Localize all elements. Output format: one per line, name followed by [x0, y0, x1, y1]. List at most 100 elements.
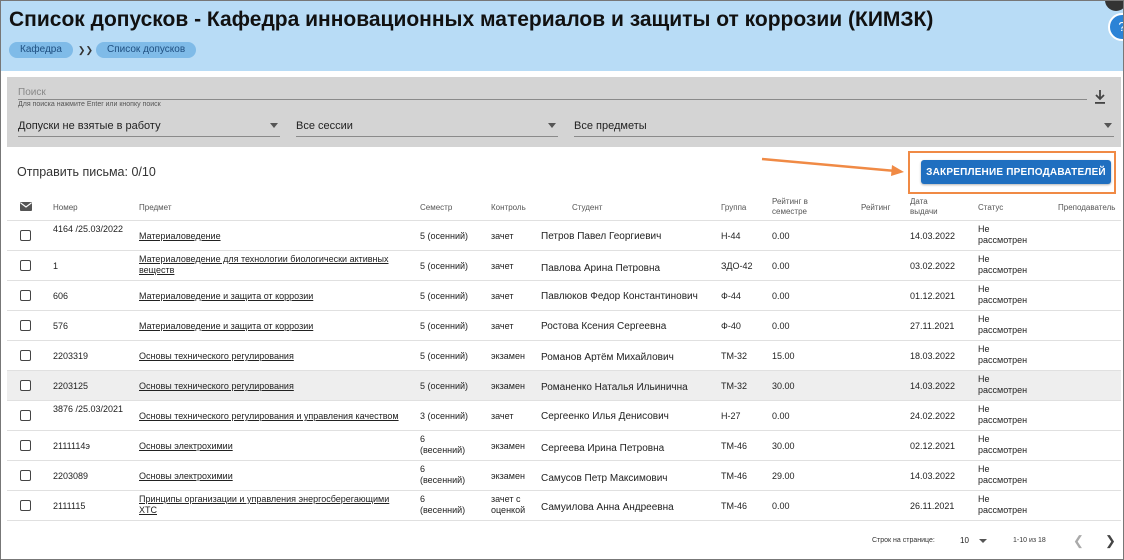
table-row[interactable]: 2203089 Основы электрохимии 6 (весенний)…: [7, 461, 1121, 491]
column-header-rating[interactable]: Рейтинг: [861, 203, 890, 213]
row-number: 4164 /25.03/2022: [53, 224, 124, 234]
row-rating-semester: 29.00: [772, 471, 795, 481]
row-group: Н-44: [721, 231, 741, 241]
row-subject-link[interactable]: Основы электрохимии: [139, 471, 404, 482]
row-subject-link[interactable]: Материаловедение для технологии биологич…: [139, 254, 404, 276]
row-checkbox[interactable]: [20, 410, 31, 421]
row-control: зачет: [491, 291, 514, 301]
row-semester: 3 (осенний): [420, 411, 469, 421]
row-subject-link[interactable]: Основы технического регулирования и упра…: [139, 411, 414, 422]
column-header-subject[interactable]: Предмет: [139, 203, 172, 213]
column-header-number[interactable]: Номер: [53, 203, 78, 213]
row-checkbox[interactable]: [20, 440, 31, 451]
row-control: экзамен: [491, 351, 525, 361]
row-student: Павлова Арина Петровна: [541, 263, 661, 274]
row-checkbox[interactable]: [20, 350, 31, 361]
subject-select[interactable]: Все предметы: [574, 117, 1114, 137]
column-header-status[interactable]: Статус: [978, 203, 1003, 213]
row-control: экзамен: [491, 381, 525, 391]
row-subject-link[interactable]: Основы технического регулирования: [139, 381, 404, 392]
row-student: Романов Артём Михайлович: [541, 352, 674, 363]
row-semester: 5 (осенний): [420, 381, 469, 391]
rows-per-page-label: Строк на странице:: [872, 537, 935, 544]
column-header-student[interactable]: Студент: [572, 203, 602, 213]
row-rating-semester: 0.00: [772, 501, 790, 511]
close-icon[interactable]: [1105, 1, 1123, 11]
row-student: Ростова Ксения Сергеевна: [541, 321, 667, 332]
status-select[interactable]: Допуски не взятые в работу: [18, 117, 280, 137]
row-control: экзамен: [491, 471, 525, 481]
row-group: Ф-40: [721, 321, 741, 331]
row-subject-link[interactable]: Материаловедение и защита от коррозии: [139, 321, 404, 332]
table-row[interactable]: 2111115 Принципы организации и управлени…: [7, 491, 1121, 521]
row-status: Не рассмотрен: [978, 284, 1028, 305]
chevron-left-icon[interactable]: ❮: [1073, 533, 1084, 549]
row-subject-link[interactable]: Основы электрохимии: [139, 441, 404, 452]
row-checkbox[interactable]: [20, 380, 31, 391]
mail-icon[interactable]: [20, 202, 32, 211]
column-header-teacher[interactable]: Преподаватель: [1058, 203, 1115, 213]
send-letters-counter: Отправить письма: 0/10: [17, 165, 156, 179]
column-header-rating-semester[interactable]: Рейтинг в семестре: [772, 197, 834, 217]
row-rating-semester: 0.00: [772, 231, 790, 241]
chevron-down-icon: [548, 123, 556, 128]
chevron-right-icon[interactable]: ❯: [1105, 533, 1116, 549]
breadcrumb-item-department[interactable]: Кафедра: [9, 42, 73, 58]
column-header-control[interactable]: Контроль: [491, 203, 526, 213]
annotation-arrow: [761, 157, 904, 176]
row-semester: 6 (весенний): [420, 464, 466, 485]
row-semester: 5 (осенний): [420, 291, 469, 301]
row-semester: 5 (осенний): [420, 231, 469, 241]
row-control: зачет: [491, 261, 514, 271]
row-subject-link[interactable]: Основы технического регулирования: [139, 351, 404, 362]
column-header-group[interactable]: Группа: [721, 203, 746, 213]
table-row[interactable]: 606 Материаловедение и защита от коррози…: [7, 281, 1121, 311]
table-row[interactable]: 3876 /25.03/2021 Основы технического рег…: [7, 401, 1121, 431]
row-issue-date: 14.03.2022: [910, 471, 956, 481]
row-issue-date: 14.03.2022: [910, 381, 956, 391]
search-hint: Для поиска нажмите Enter или кнопку поис…: [18, 101, 161, 108]
table-row[interactable]: 576 Материаловедение и защита от коррози…: [7, 311, 1121, 341]
search-input[interactable]: Поиск: [18, 87, 46, 98]
row-checkbox[interactable]: [20, 500, 31, 511]
breadcrumb-item-admissions[interactable]: Список допусков: [96, 42, 197, 58]
column-header-semester[interactable]: Семестр: [420, 203, 452, 213]
row-number: 576: [53, 321, 69, 331]
row-rating-semester: 0.00: [772, 261, 790, 271]
table-row[interactable]: 4164 /25.03/2022 Материаловедение 5 (осе…: [7, 221, 1121, 251]
row-checkbox[interactable]: [20, 290, 31, 301]
page-title: Список допусков - Кафедра инновационных …: [9, 8, 934, 31]
row-rating-semester: 30.00: [772, 441, 795, 451]
chevron-down-icon[interactable]: [979, 539, 987, 543]
column-header-issue-date[interactable]: Дата выдачи: [910, 197, 948, 217]
row-group: Ф-44: [721, 291, 741, 301]
row-status: Не рассмотрен: [978, 224, 1028, 245]
row-checkbox[interactable]: [20, 260, 31, 271]
rows-per-page-select[interactable]: 10: [960, 536, 969, 545]
page-header: Список допусков - Кафедра инновационных …: [1, 1, 1123, 71]
row-group: ТМ-32: [721, 381, 748, 391]
row-status: Не рассмотрен: [978, 494, 1028, 515]
help-icon[interactable]: ?: [1108, 13, 1123, 41]
row-semester: 6 (весенний): [420, 434, 466, 455]
row-number: 2203319: [53, 351, 89, 361]
row-status: Не рассмотрен: [978, 434, 1028, 455]
session-select[interactable]: Все сессии: [296, 117, 558, 137]
table-row[interactable]: 1 Материаловедение для технологии биолог…: [7, 251, 1121, 281]
table-row[interactable]: 2203319 Основы технического регулировани…: [7, 341, 1121, 371]
row-issue-date: 02.12.2021: [910, 441, 956, 451]
row-subject-link[interactable]: Принципы организации и управления энерго…: [139, 494, 404, 516]
row-checkbox[interactable]: [20, 230, 31, 241]
row-rating-semester: 0.00: [772, 291, 790, 301]
row-checkbox[interactable]: [20, 320, 31, 331]
row-subject-link[interactable]: Материаловедение: [139, 231, 404, 242]
table-row[interactable]: 2111114э Основы электрохимии 6 (весенний…: [7, 431, 1121, 461]
assign-teachers-button[interactable]: ЗАКРЕПЛЕНИЕ ПРЕПОДАВАТЕЛЕЙ: [921, 160, 1111, 184]
table-row[interactable]: 2203125 Основы технического регулировани…: [7, 371, 1121, 401]
row-checkbox[interactable]: [20, 470, 31, 481]
row-subject-link[interactable]: Материаловедение и защита от коррозии: [139, 291, 404, 302]
chevron-down-icon: [270, 123, 278, 128]
row-semester: 5 (осенний): [420, 321, 469, 331]
download-icon[interactable]: [1093, 89, 1107, 105]
breadcrumb-separator-icon: ❯❯: [77, 44, 94, 55]
